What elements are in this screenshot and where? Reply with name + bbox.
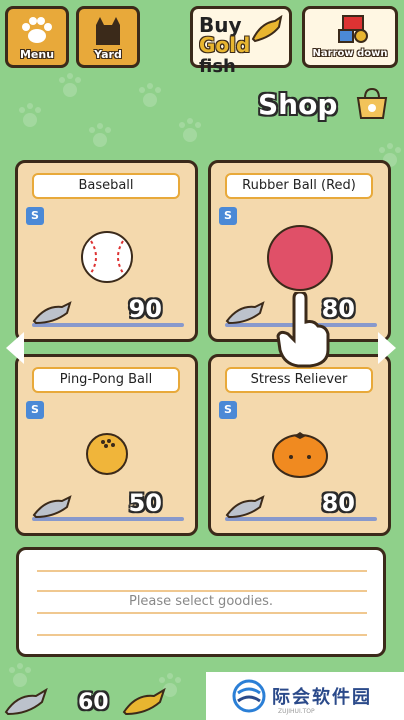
goldfish-icon: [251, 15, 283, 43]
item-name: Ping-Pong Ball: [32, 367, 180, 393]
pointing-hand-icon: [276, 292, 330, 368]
item-name: Stress Reliever: [225, 367, 373, 393]
message-rule: [37, 590, 367, 592]
price-row: 80: [225, 489, 377, 523]
message-box: Please select goodies.: [16, 547, 386, 657]
item-price: 90: [128, 295, 162, 323]
silver-fish-icon: [32, 301, 72, 325]
silver-fish-icon: [32, 495, 72, 519]
red-ball-icon: [266, 225, 333, 291]
baseball-icon: [80, 231, 133, 283]
item-card-stress-reliever[interactable]: Stress Reliever S 80: [208, 354, 391, 536]
silver-fish-icon: [225, 301, 265, 325]
currency-badge: S: [219, 401, 237, 419]
message-rule: [37, 570, 367, 572]
message-rule: [37, 634, 367, 636]
page-title: Shop: [258, 88, 338, 121]
watermark-text: 际会软件园: [272, 687, 372, 708]
silver-fish-count: 60: [78, 690, 109, 715]
paw-icon: [22, 17, 52, 43]
message-text: Please select goodies.: [128, 594, 273, 609]
ping-pong-ball-icon: [85, 433, 128, 475]
watermark-subtext: ZUJIHUI.TOP: [278, 708, 315, 715]
silver-fish-currency-icon: [4, 688, 48, 716]
narrow-down-button[interactable]: Narrow down: [302, 6, 398, 68]
item-name: Rubber Ball (Red): [225, 173, 373, 199]
price-row: 90: [32, 295, 184, 329]
currency-badge: S: [26, 207, 44, 225]
narrow-down-label: Narrow down: [312, 48, 388, 59]
menu-button[interactable]: Menu: [5, 6, 69, 68]
price-row: 50: [32, 489, 184, 523]
message-rule: [37, 612, 367, 614]
item-price: 80: [321, 489, 355, 517]
fish-word: fish: [199, 56, 236, 77]
stress-reliever-icon: [271, 432, 328, 478]
item-card-baseball[interactable]: Baseball S 90: [15, 160, 198, 342]
site-logo-icon: [232, 679, 266, 713]
previous-page-arrow[interactable]: [6, 332, 24, 364]
shopping-bag-icon: [356, 87, 388, 119]
item-name: Baseball: [32, 173, 180, 199]
gold-word: Gold: [199, 33, 251, 57]
currency-badge: S: [26, 401, 44, 419]
buy-goldfish-button[interactable]: Buy Gold fish: [190, 6, 292, 77]
currency-badge: S: [219, 207, 237, 225]
cat-icon: [96, 17, 120, 45]
toy-box-icon: [338, 15, 368, 43]
watermark: 际会软件园 ZUJIHUI.TOP: [206, 672, 404, 720]
next-page-arrow[interactable]: [378, 332, 396, 364]
yard-label: Yard: [94, 48, 122, 61]
item-card-ping-pong-ball[interactable]: Ping-Pong Ball S 50: [15, 354, 198, 536]
yard-button[interactable]: Yard: [76, 6, 140, 68]
item-price: 50: [128, 489, 162, 517]
silver-fish-icon: [225, 495, 265, 519]
menu-label: Menu: [19, 48, 55, 61]
gold-fish-currency-icon: [122, 688, 166, 716]
